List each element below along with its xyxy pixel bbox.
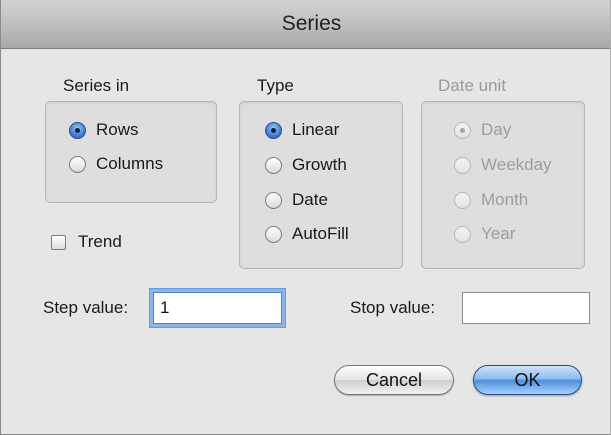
radio-year: Year bbox=[454, 224, 515, 244]
radio-button-selected-icon bbox=[454, 121, 471, 139]
radio-rows-label: Rows bbox=[96, 120, 139, 139]
trend-label: Trend bbox=[78, 232, 122, 251]
radio-date-label: Date bbox=[292, 190, 328, 209]
radio-weekday: Weekday bbox=[454, 155, 552, 175]
radio-button-icon bbox=[454, 225, 471, 243]
radio-rows[interactable]: Rows bbox=[69, 120, 139, 140]
radio-growth[interactable]: Growth bbox=[265, 155, 347, 175]
radio-button-selected-icon bbox=[265, 121, 282, 139]
radio-month: Month bbox=[454, 190, 528, 210]
radio-linear[interactable]: Linear bbox=[265, 120, 339, 140]
radio-year-label: Year bbox=[481, 224, 516, 243]
radio-button-icon bbox=[454, 191, 471, 209]
radio-button-icon bbox=[69, 155, 86, 173]
radio-autofill[interactable]: AutoFill bbox=[265, 224, 349, 244]
step-value-input[interactable] bbox=[153, 292, 282, 324]
type-label: Type bbox=[257, 76, 294, 95]
radio-day: Day bbox=[454, 120, 511, 140]
title-bar[interactable]: Series bbox=[1, 0, 610, 49]
radio-button-icon bbox=[265, 225, 282, 243]
trend-checkbox[interactable]: Trend bbox=[51, 232, 122, 252]
ok-button[interactable]: OK bbox=[473, 365, 582, 395]
radio-date[interactable]: Date bbox=[265, 190, 328, 210]
radio-linear-label: Linear bbox=[292, 120, 340, 139]
radio-weekday-label: Weekday bbox=[481, 155, 552, 174]
series-in-group: Rows Columns bbox=[45, 101, 217, 203]
radio-columns[interactable]: Columns bbox=[69, 154, 163, 174]
radio-month-label: Month bbox=[481, 190, 529, 209]
stop-value-input[interactable] bbox=[462, 292, 590, 324]
radio-button-icon bbox=[265, 156, 282, 174]
checkbox-unchecked-icon bbox=[51, 234, 66, 250]
step-value-label: Step value: bbox=[43, 298, 129, 317]
dialog-body: Series in Rows Columns Trend Type Linear bbox=[1, 49, 610, 434]
radio-button-icon bbox=[454, 156, 471, 174]
stop-value-label: Stop value: bbox=[350, 298, 436, 317]
series-in-label: Series in bbox=[63, 76, 130, 95]
radio-autofill-label: AutoFill bbox=[292, 224, 349, 243]
series-dialog: Series Series in Rows Columns Trend Type… bbox=[0, 0, 611, 435]
date-unit-label: Date unit bbox=[438, 76, 507, 95]
dialog-title: Series bbox=[281, 12, 342, 35]
radio-growth-label: Growth bbox=[292, 155, 347, 174]
radio-columns-label: Columns bbox=[96, 154, 164, 173]
radio-day-label: Day bbox=[481, 120, 512, 139]
radio-button-icon bbox=[265, 191, 282, 209]
date-unit-group: Day Weekday Month Year bbox=[421, 101, 585, 269]
type-group: Linear Growth Date AutoFill bbox=[239, 101, 403, 269]
radio-button-selected-icon bbox=[69, 121, 86, 139]
cancel-button[interactable]: Cancel bbox=[334, 365, 454, 395]
